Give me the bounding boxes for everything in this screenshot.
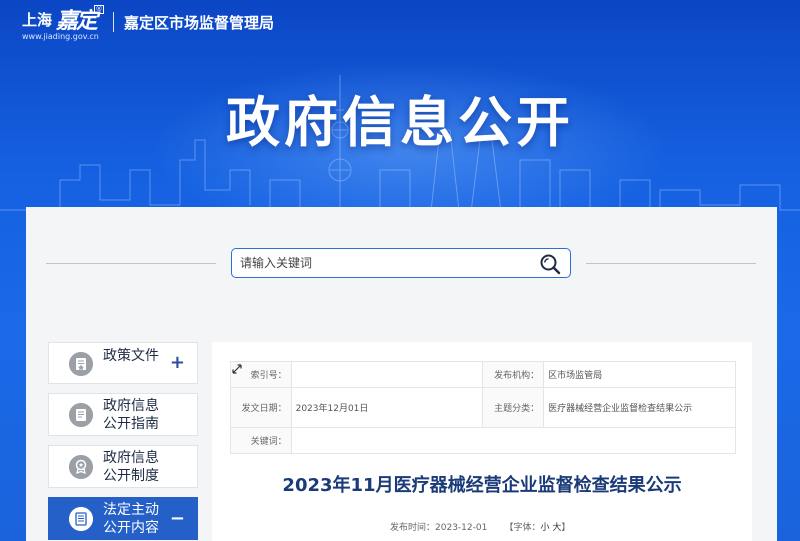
expand-arrows-icon[interactable] bbox=[232, 364, 242, 374]
document-star-icon bbox=[69, 352, 93, 376]
category-label: 主题分类： bbox=[482, 387, 545, 428]
logo-registered-mark: ® bbox=[94, 5, 104, 14]
sidebar-item-policy-documents[interactable]: 政策文件 + bbox=[48, 342, 198, 384]
document-list-icon bbox=[69, 507, 93, 531]
document-metadata-table: 索引号： 发布机构： 区市场监管局 发文日期： 2023年12月01日 主题分类… bbox=[230, 361, 737, 454]
search-input[interactable] bbox=[240, 253, 530, 273]
font-size-label: 【字体： bbox=[504, 523, 541, 533]
page-title: 政府信息公开 bbox=[226, 91, 574, 154]
sidebar-item-label: 法定主动 公开内容 bbox=[103, 502, 159, 536]
article-content: 索引号： 发布机构： 区市场监管局 发文日期： 2023年12月01日 主题分类… bbox=[212, 342, 752, 541]
publish-time-value: 2023-12-01 bbox=[435, 523, 488, 533]
article-title: 2023年11月医疗器械经营企业监督检查结果公示 bbox=[282, 475, 682, 496]
sidebar-item-disclosure-guide[interactable]: 政府信息 公开指南 bbox=[48, 393, 198, 436]
sidebar-item-statutory-disclosure[interactable]: 法定主动 公开内容 − bbox=[48, 497, 198, 540]
keywords-label: 关键词： bbox=[230, 427, 292, 454]
article-meta: 发布时间：2023-12-01 【字体：小 大】 bbox=[390, 520, 570, 533]
sidebar-item-label: 政府信息 公开指南 bbox=[103, 398, 159, 432]
main-panel: 政策文件 + 政府信息 公开指南 政府信息 公开制度 bbox=[26, 207, 777, 541]
index-number-value bbox=[290, 361, 484, 388]
search-icon[interactable] bbox=[538, 252, 562, 276]
collapse-minus-icon[interactable]: − bbox=[170, 508, 185, 529]
document-icon bbox=[69, 403, 93, 427]
font-small-button[interactable]: 小 bbox=[541, 523, 550, 533]
search-divider-right bbox=[586, 263, 756, 264]
publisher-label: 发布机构： bbox=[482, 361, 545, 388]
search-box bbox=[231, 248, 571, 278]
sidebar-item-label: 政策文件 bbox=[103, 348, 159, 364]
sidebar-nav: 政策文件 + 政府信息 公开指南 政府信息 公开制度 法定主动 公开内容 − bbox=[48, 342, 198, 541]
category-value: 医疗器械经营企业监督检查结果公示 bbox=[543, 387, 736, 428]
issue-date-label: 发文日期： bbox=[230, 387, 292, 428]
sidebar-item-disclosure-system[interactable]: 政府信息 公开制度 bbox=[48, 445, 198, 488]
publisher-value: 区市场监管局 bbox=[543, 361, 736, 388]
sidebar-item-label: 政府信息 公开制度 bbox=[103, 450, 159, 484]
expand-plus-icon[interactable]: + bbox=[170, 352, 185, 373]
publish-time-label: 发布时间： bbox=[390, 523, 436, 533]
org-name[interactable]: 嘉定区市场监督管理局 bbox=[124, 12, 274, 33]
badge-icon bbox=[69, 455, 93, 479]
keywords-value bbox=[290, 427, 737, 454]
logo-shanghai-text: 上海 bbox=[22, 11, 53, 29]
font-size-close: 】 bbox=[561, 523, 571, 533]
header-divider bbox=[113, 12, 114, 32]
logo-url: www.jiading.gov.cn bbox=[22, 32, 99, 41]
logo-jiading-calligraphy: 嘉定 bbox=[56, 8, 98, 34]
search-divider-left bbox=[46, 263, 216, 264]
issue-date-value: 2023年12月01日 bbox=[290, 387, 484, 428]
